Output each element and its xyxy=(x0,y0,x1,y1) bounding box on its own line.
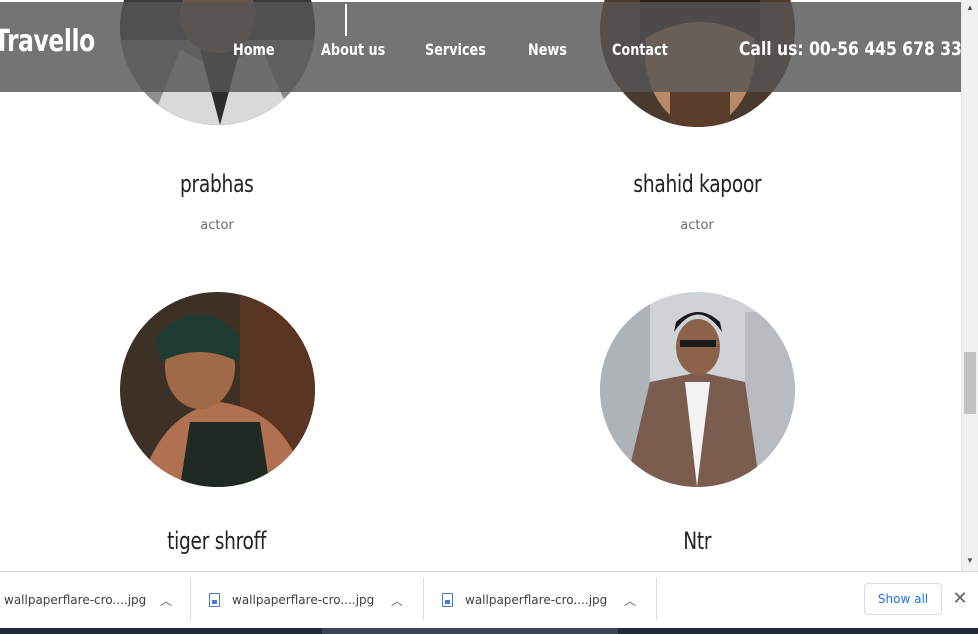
chevron-up-icon[interactable]: ︿ xyxy=(160,592,172,609)
nav-about-us[interactable]: About us xyxy=(321,40,385,59)
member-photo xyxy=(599,292,795,487)
member-photo-image xyxy=(599,292,795,487)
download-filename: wallpaperflare-cro....jpg xyxy=(465,593,608,607)
divider xyxy=(656,578,657,620)
taskbar-segment xyxy=(322,628,618,634)
divider xyxy=(423,578,424,620)
image-file-icon xyxy=(209,593,220,607)
close-icon[interactable]: ✕ xyxy=(950,588,970,610)
team-member-card: Ntr xyxy=(567,292,827,555)
download-item[interactable]: wallpaperflare-cro....jpg ︿ xyxy=(4,572,190,628)
member-role: actor xyxy=(680,218,714,233)
nav-news[interactable]: News xyxy=(528,40,567,59)
nav-active-indicator xyxy=(345,4,347,36)
call-us-text: Call us: 00-56 445 678 33 xyxy=(739,38,961,60)
scroll-up-icon[interactable]: ▲ xyxy=(966,3,974,12)
chevron-up-icon[interactable]: ︿ xyxy=(624,592,636,609)
member-photo-image xyxy=(119,292,315,487)
page-scrollbar[interactable]: ▲ ▼ xyxy=(961,0,978,571)
scrollbar-thumb[interactable] xyxy=(964,352,976,414)
member-photo xyxy=(119,292,315,487)
team-member-card: tiger shroff xyxy=(87,292,347,555)
page-viewport: prabhas actor shahid kapoor actor tiger … xyxy=(0,0,961,571)
divider xyxy=(190,578,191,620)
image-file-icon xyxy=(442,593,453,607)
member-name: shahid kapoor xyxy=(632,170,762,198)
member-name: Ntr xyxy=(682,527,712,555)
nav-services[interactable]: Services xyxy=(425,40,486,59)
nav-home[interactable]: Home xyxy=(233,40,275,59)
site-header: Travello Home About us Services News Con… xyxy=(0,2,961,92)
download-filename: wallpaperflare-cro....jpg xyxy=(4,593,147,607)
download-filename: wallpaperflare-cro....jpg xyxy=(232,593,375,607)
member-role: actor xyxy=(200,218,234,233)
download-item[interactable]: wallpaperflare-cro....jpg ︿ xyxy=(209,572,423,628)
member-name: prabhas xyxy=(180,170,254,198)
show-all-button[interactable]: Show all xyxy=(864,583,942,615)
os-taskbar xyxy=(0,628,978,634)
scroll-down-icon[interactable]: ▼ xyxy=(966,556,974,565)
download-shelf: wallpaperflare-cro....jpg ︿ wallpaperfla… xyxy=(0,571,978,628)
download-item[interactable]: wallpaperflare-cro....jpg ︿ xyxy=(442,572,656,628)
member-name: tiger shroff xyxy=(167,527,267,555)
chevron-up-icon[interactable]: ︿ xyxy=(391,592,403,609)
nav-contact[interactable]: Contact xyxy=(612,40,668,59)
